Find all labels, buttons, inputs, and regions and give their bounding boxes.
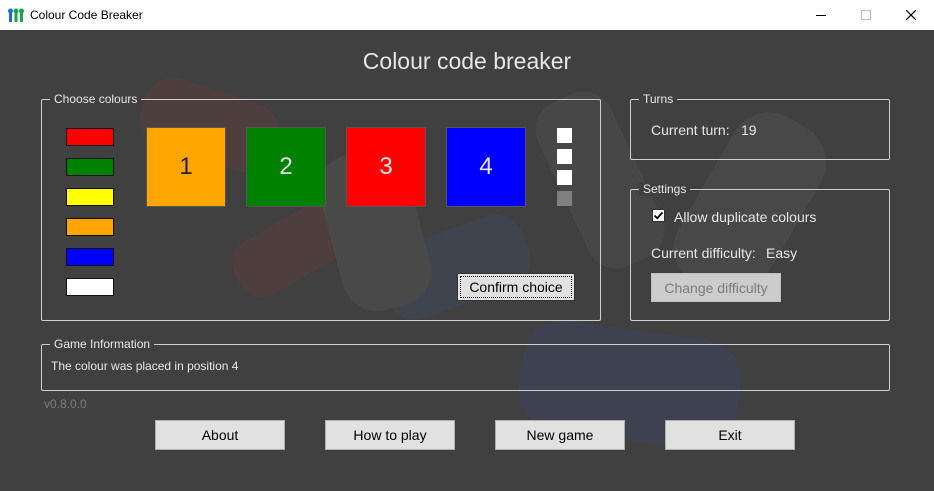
difficulty-value: Easy [766,245,798,261]
game-information-legend: Game Information [50,337,155,351]
current-turn-label: Current turn: [651,122,730,138]
turns-legend: Turns [639,92,678,106]
window-title: Colour Code Breaker [30,8,143,22]
app-icon [8,7,24,23]
new-game-button[interactable]: New game [495,420,625,450]
code-slot-4[interactable]: 4 [446,127,526,207]
maximize-icon [861,10,871,20]
difficulty-label: Current difficulty: [651,245,756,261]
feedback-peg [557,191,572,206]
checkmark-icon [653,211,664,220]
slot-number: 2 [279,153,293,180]
turns-group: Turns Current turn: 19 [630,92,890,160]
page-title: Colour code breaker [362,48,572,74]
how-to-play-button[interactable]: How to play [325,420,455,450]
code-slot-3[interactable]: 3 [346,127,426,207]
minimize-button[interactable] [798,0,844,30]
slot-number: 1 [179,153,193,180]
main-window: Colour code breaker Choose colours 1 2 3… [0,30,934,491]
about-button[interactable]: About [155,420,285,450]
close-icon [906,10,916,20]
exit-button[interactable]: Exit [665,420,795,450]
maximize-button[interactable] [843,0,889,30]
palette-swatch-red[interactable] [66,128,114,146]
code-slot-2[interactable]: 2 [246,127,326,207]
change-difficulty-button[interactable]: Change difficulty [651,273,781,302]
palette-swatch-white[interactable] [66,278,114,296]
choose-colours-legend: Choose colours [50,92,142,106]
slot-number: 4 [479,153,493,180]
feedback-peg [557,128,572,143]
settings-legend: Settings [639,182,691,196]
palette-swatch-orange[interactable] [66,218,114,236]
allow-duplicates-label[interactable]: Allow duplicate colours [674,209,816,225]
settings-group: Settings Allow duplicate colours Current… [630,182,890,321]
close-button[interactable] [888,0,934,30]
confirm-choice-button[interactable]: Confirm choice [457,273,575,301]
palette-swatch-yellow[interactable] [66,188,114,206]
code-slot-1[interactable]: 1 [146,127,226,207]
feedback-peg [557,170,572,185]
title-bar: Colour Code Breaker [0,0,934,30]
choose-colours-group: Choose colours 1 2 3 4 Confirm choice [41,92,601,321]
game-information-message: The colour was placed in position 4 [51,359,239,373]
palette-swatch-green[interactable] [66,158,114,176]
allow-duplicates-checkbox[interactable] [652,209,665,222]
game-information-group: Game Information The colour was placed i… [41,337,890,391]
current-turn-value: 19 [741,122,757,138]
feedback-peg [557,149,572,164]
slot-number: 3 [379,153,393,180]
minimize-icon [816,15,826,16]
palette-swatch-blue[interactable] [66,248,114,266]
version-label: v0.8.0.0 [44,397,87,411]
